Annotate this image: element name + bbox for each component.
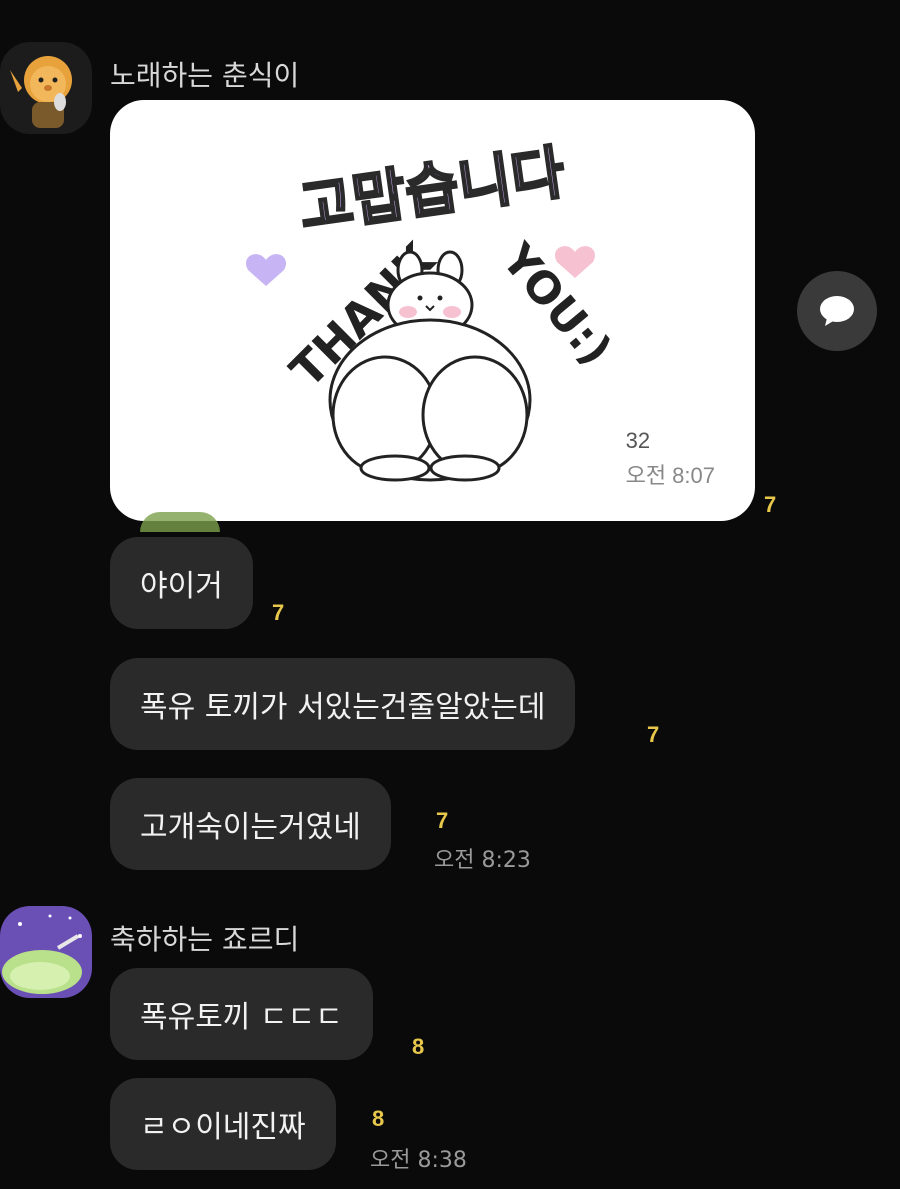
message-text: 야이거 xyxy=(140,569,223,604)
sender-avatar[interactable] xyxy=(0,906,92,998)
message-bubble[interactable]: 폭유 토끼가 서있는건줄알았는데 xyxy=(110,658,576,750)
message-bubble[interactable]: ㄹㅇ이네진짜 xyxy=(110,1078,336,1170)
unread-count: 7 xyxy=(764,492,777,517)
speech-bubble-icon xyxy=(820,296,854,326)
sticker-meta: 32 오전 8:07 xyxy=(626,428,715,490)
sticker-title: 고맙습니다 xyxy=(295,138,569,242)
dinosaur-character-avatar-icon xyxy=(0,906,92,998)
unread-count: 7 xyxy=(436,808,449,833)
unread-count: 8 xyxy=(372,1106,385,1131)
message-text: 고개숙이는거였네 xyxy=(140,810,361,845)
sticker-read-count: 32 xyxy=(625,428,651,453)
message-bubble[interactable]: 야이거 xyxy=(110,537,253,629)
sticker-message[interactable]: 고맙습니다 THANK YOU:) 32 오전 8:07 xyxy=(110,100,755,521)
message-timestamp: 오전 8:38 xyxy=(370,1148,467,1173)
share-button[interactable] xyxy=(797,271,877,351)
message-bubble[interactable]: 폭유토끼 ㄷㄷㄷ xyxy=(110,968,373,1060)
message-text: ㄹㅇ이네진짜 xyxy=(140,1110,306,1145)
message-timestamp: 오전 8:23 xyxy=(434,848,531,873)
sender-name: 축하하는 죠르디 xyxy=(110,923,300,956)
sticker-timestamp: 오전 8:07 xyxy=(625,463,715,488)
message-text: 폭유 토끼가 서있는건줄알았는데 xyxy=(140,690,546,725)
lion-character-avatar-icon xyxy=(0,42,92,134)
message-bubble[interactable]: 고개숙이는거였네 xyxy=(110,778,391,870)
sender-name: 노래하는 춘식이 xyxy=(110,59,300,92)
message-text: 폭유토끼 ㄷㄷㄷ xyxy=(140,1000,343,1035)
unread-count: 8 xyxy=(412,1034,425,1059)
unread-count: 7 xyxy=(647,722,660,747)
sender-avatar[interactable] xyxy=(0,42,92,134)
unread-count: 7 xyxy=(272,600,285,625)
partial-reaction-indicator xyxy=(140,512,220,532)
